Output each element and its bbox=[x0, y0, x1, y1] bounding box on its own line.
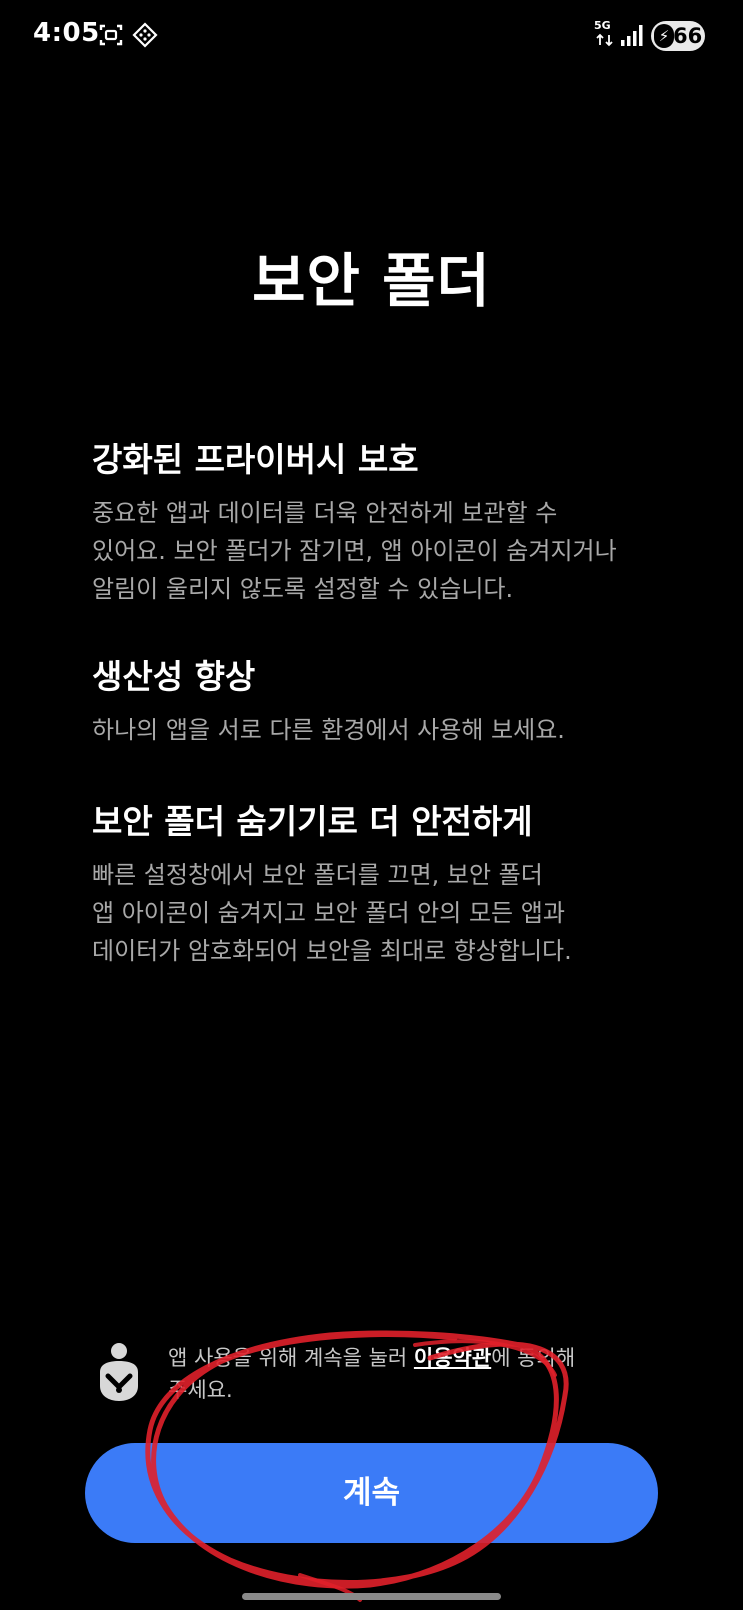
network-type-label: 5G bbox=[594, 19, 611, 32]
status-bar: 4:05 5G ⚡ 66 bbox=[0, 0, 743, 72]
battery-level: 66 bbox=[673, 24, 703, 48]
terms-line2: 주세요. bbox=[168, 1378, 233, 1402]
section-body: 빠른 설정창에서 보안 폴더를 끄면, 보안 폴더 앱 아이콘이 숨겨지고 보안… bbox=[92, 856, 692, 970]
section-heading: 보안 폴더 숨기기로 더 안전하게 bbox=[92, 802, 533, 841]
clock: 4:05 bbox=[33, 18, 100, 48]
charging-bolt-icon: ⚡ bbox=[654, 24, 674, 48]
body-line: 있어요. 보안 폴더가 잠기면, 앱 아이콘이 숨겨지거나 bbox=[92, 537, 617, 565]
home-indicator[interactable] bbox=[242, 1593, 501, 1600]
terms-suffix: 에 동의해 bbox=[491, 1346, 576, 1370]
body-line: 알림이 울리지 않도록 설정할 수 있습니다. bbox=[92, 575, 514, 603]
signal-icon bbox=[621, 25, 643, 46]
body-line: 하나의 앱을 서로 다른 환경에서 사용해 보세요. bbox=[92, 716, 565, 744]
feature-section-productivity: 생산성 향상 하나의 앱을 서로 다른 환경에서 사용해 보세요. bbox=[92, 655, 692, 749]
terms-prefix: 앱 사용을 위해 계속을 눌러 bbox=[168, 1346, 414, 1370]
feature-section-hide: 보안 폴더 숨기기로 더 안전하게 빠른 설정창에서 보안 폴더를 끄면, 보안… bbox=[92, 800, 692, 970]
terms-text: 앱 사용을 위해 계속을 눌러 이용약관에 동의해 주세요. bbox=[168, 1342, 688, 1406]
body-line: 데이터가 암호화되어 보안을 최대로 향상합니다. bbox=[92, 937, 572, 965]
terms-notice: 앱 사용을 위해 계속을 눌러 이용약관에 동의해 주세요. bbox=[96, 1342, 696, 1412]
continue-button[interactable]: 계속 bbox=[85, 1443, 658, 1543]
section-body: 하나의 앱을 서로 다른 환경에서 사용해 보세요. bbox=[92, 711, 692, 749]
body-line: 앱 아이콘이 숨겨지고 보안 폴더 안의 모든 앱과 bbox=[92, 899, 565, 927]
section-heading: 생산성 향상 bbox=[92, 657, 256, 696]
page-title: 보안 폴더 bbox=[252, 247, 491, 315]
diamond-grid-icon bbox=[132, 22, 158, 48]
terms-of-use-link[interactable]: 이용약관 bbox=[414, 1346, 491, 1370]
section-heading: 강화된 프라이버시 보호 bbox=[92, 440, 419, 479]
privacy-person-icon bbox=[100, 1343, 138, 1401]
screenshot-icon bbox=[99, 24, 123, 46]
feature-section-privacy: 강화된 프라이버시 보호 중요한 앱과 데이터를 더욱 안전하게 보관할 수 있… bbox=[92, 438, 692, 608]
battery-charging-icon: ⚡ 66 bbox=[651, 21, 705, 51]
body-line: 빠른 설정창에서 보안 폴더를 끄면, 보안 폴더 bbox=[92, 861, 543, 889]
section-body: 중요한 앱과 데이터를 더욱 안전하게 보관할 수 있어요. 보안 폴더가 잠기… bbox=[92, 494, 692, 608]
body-line: 중요한 앱과 데이터를 더욱 안전하게 보관할 수 bbox=[92, 499, 558, 527]
